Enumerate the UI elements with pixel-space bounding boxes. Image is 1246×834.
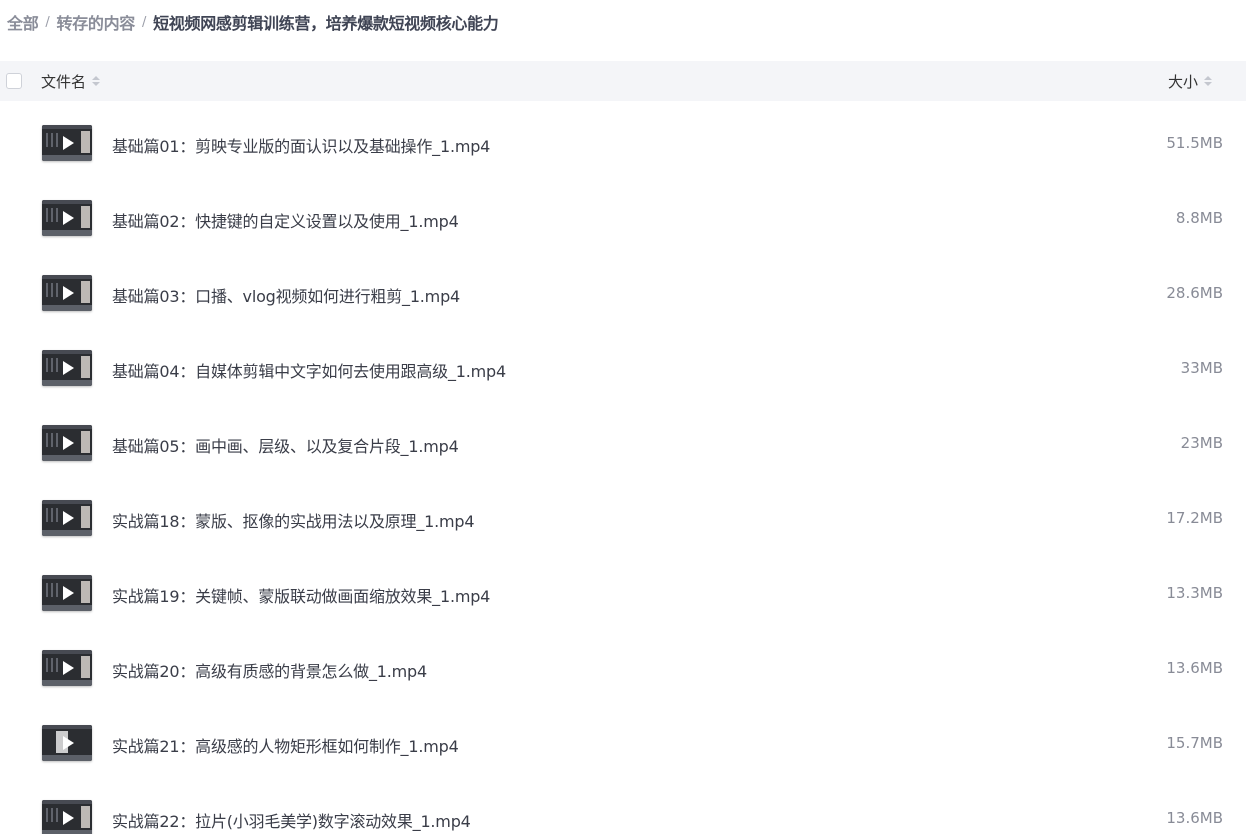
breadcrumb-separator: / [45,14,50,30]
file-size: 13.3MB [1166,584,1223,602]
column-header-name-label: 文件名 [41,72,87,91]
breadcrumb-separator: / [142,14,147,30]
video-thumbnail-icon[interactable] [42,200,92,236]
play-icon [63,736,74,750]
file-name[interactable]: 实战篇20：高级有质感的背景怎么做_1.mp4 [112,658,427,682]
breadcrumb-current-folder: 短视频网感剪辑训练营，培养爆款短视频核心能力 [153,14,499,33]
file-name[interactable]: 基础篇03：口播、vlog视频如何进行粗剪_1.mp4 [112,283,460,307]
file-row[interactable]: 实战篇21：高级感的人物矩形框如何制作_1.mp4 15.7MB [0,705,1246,780]
file-name[interactable]: 实战篇19：关键帧、蒙版联动做画面缩放效果_1.mp4 [112,583,490,607]
video-thumbnail-icon[interactable] [42,425,92,461]
breadcrumb-root-link[interactable]: 全部 [7,10,39,34]
video-thumbnail-icon[interactable] [42,125,92,161]
file-size: 8.8MB [1175,209,1223,227]
column-header-size-label: 大小 [1167,72,1198,91]
video-thumbnail-icon[interactable] [42,500,92,536]
file-name[interactable]: 实战篇22：拉片(小羽毛美学)数字滚动效果_1.mp4 [112,808,471,832]
sort-icon[interactable] [92,76,101,86]
file-row[interactable]: 实战篇18：蒙版、抠像的实战用法以及原理_1.mp4 17.2MB [0,480,1246,555]
play-icon [63,661,74,675]
video-thumbnail-icon[interactable] [42,800,92,834]
play-icon [63,811,74,825]
file-name[interactable]: 基础篇01：剪映专业版的面认识以及基础操作_1.mp4 [112,133,490,157]
column-header-name[interactable]: 文件名 [41,61,101,101]
file-name[interactable]: 基础篇02：快捷键的自定义设置以及使用_1.mp4 [112,208,459,232]
play-icon [63,511,74,525]
file-size: 51.5MB [1166,134,1223,152]
file-size: 33MB [1180,359,1223,377]
file-list: 基础篇01：剪映专业版的面认识以及基础操作_1.mp4 51.5MB 基础篇02… [0,105,1246,834]
file-row[interactable]: 基础篇04：自媒体剪辑中文字如何去使用跟高级_1.mp4 33MB [0,330,1246,405]
file-browser: 全部 / 转存的内容 / 短视频网感剪辑训练营，培养爆款短视频核心能力 文件名 … [0,0,1246,834]
breadcrumb-parent-link[interactable]: 转存的内容 [57,10,136,34]
column-header-size[interactable]: 大小 [1168,61,1212,101]
file-name[interactable]: 基础篇05：画中画、层级、以及复合片段_1.mp4 [112,433,459,457]
file-row[interactable]: 实战篇19：关键帧、蒙版联动做画面缩放效果_1.mp4 13.3MB [0,555,1246,630]
file-size: 13.6MB [1166,659,1223,677]
file-row[interactable]: 基础篇05：画中画、层级、以及复合片段_1.mp4 23MB [0,405,1246,480]
play-icon [63,436,74,450]
file-name[interactable]: 实战篇18：蒙版、抠像的实战用法以及原理_1.mp4 [112,508,475,532]
play-icon [63,211,74,225]
file-row[interactable]: 基础篇03：口播、vlog视频如何进行粗剪_1.mp4 28.6MB [0,255,1246,330]
file-name[interactable]: 基础篇04：自媒体剪辑中文字如何去使用跟高级_1.mp4 [112,358,506,382]
file-row[interactable]: 基础篇01：剪映专业版的面认识以及基础操作_1.mp4 51.5MB [0,105,1246,180]
video-thumbnail-icon[interactable] [42,650,92,686]
file-size: 17.2MB [1166,509,1223,527]
file-row[interactable]: 实战篇20：高级有质感的背景怎么做_1.mp4 13.6MB [0,630,1246,705]
file-name[interactable]: 实战篇21：高级感的人物矩形框如何制作_1.mp4 [112,733,459,757]
video-thumbnail-icon[interactable] [42,725,92,761]
select-all-checkbox[interactable] [6,73,22,89]
play-icon [63,586,74,600]
file-size: 15.7MB [1166,734,1223,752]
play-icon [63,136,74,150]
video-thumbnail-icon[interactable] [42,275,92,311]
sort-icon[interactable] [1204,76,1212,86]
file-row[interactable]: 实战篇22：拉片(小羽毛美学)数字滚动效果_1.mp4 13.6MB [0,780,1246,834]
play-icon [63,286,74,300]
file-table-header: 文件名 大小 [0,61,1246,101]
file-size: 13.6MB [1166,809,1223,827]
breadcrumb: 全部 / 转存的内容 / 短视频网感剪辑训练营，培养爆款短视频核心能力 [7,9,499,35]
play-icon [63,361,74,375]
video-thumbnail-icon[interactable] [42,350,92,386]
file-size: 23MB [1180,434,1223,452]
file-size: 28.6MB [1166,284,1223,302]
video-thumbnail-icon[interactable] [42,575,92,611]
file-row[interactable]: 基础篇02：快捷键的自定义设置以及使用_1.mp4 8.8MB [0,180,1246,255]
